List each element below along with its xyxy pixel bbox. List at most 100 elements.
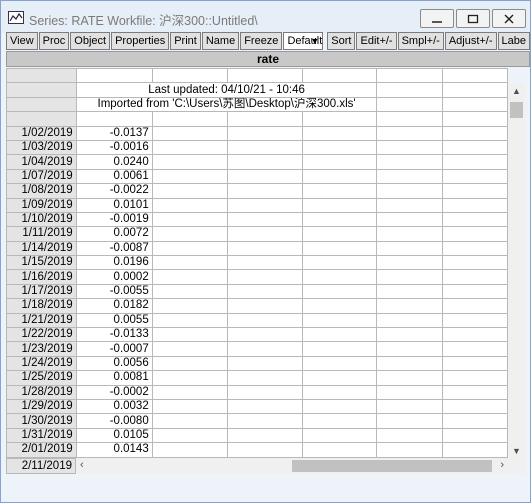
empty-cell[interactable] xyxy=(151,341,228,357)
row-header-date[interactable]: 1/10/2019 xyxy=(6,211,77,228)
empty-cell[interactable] xyxy=(441,154,508,170)
empty-cell[interactable] xyxy=(226,442,303,458)
close-button[interactable] xyxy=(492,9,526,28)
empty-cell[interactable] xyxy=(301,355,378,372)
row-header-date[interactable]: 1/03/2019 xyxy=(6,139,77,156)
empty-cell[interactable] xyxy=(226,384,303,400)
rate-value-cell[interactable]: 0.0081 xyxy=(75,370,153,386)
empty-cell[interactable] xyxy=(151,211,228,228)
empty-cell[interactable] xyxy=(376,341,443,357)
empty-cell[interactable] xyxy=(441,240,508,257)
empty-cell[interactable] xyxy=(151,384,228,400)
row-header-date[interactable]: 1/16/2019 xyxy=(6,269,77,285)
empty-cell[interactable] xyxy=(151,312,228,329)
row-header-date[interactable]: 1/17/2019 xyxy=(6,283,77,300)
empty-cell[interactable] xyxy=(441,384,508,400)
print-button[interactable]: Print xyxy=(170,32,201,50)
vertical-scrollbar[interactable]: ▲ ▼ xyxy=(508,84,525,458)
rate-value-cell[interactable]: -0.0016 xyxy=(75,139,153,156)
rate-value-cell[interactable]: -0.0087 xyxy=(75,240,153,257)
proc-button[interactable]: Proc xyxy=(38,32,70,50)
edit-toggle-button[interactable]: Edit+/- xyxy=(356,32,397,50)
empty-cell[interactable] xyxy=(226,168,303,185)
empty-cell[interactable] xyxy=(441,283,508,300)
empty-cell[interactable] xyxy=(151,427,228,444)
view-button[interactable]: View xyxy=(6,32,38,50)
adjust-toggle-button[interactable]: Adjust+/- xyxy=(444,32,497,50)
empty-cell[interactable] xyxy=(376,255,443,271)
label-button[interactable]: Labe xyxy=(497,32,530,50)
empty-cell[interactable] xyxy=(376,327,443,343)
rate-value-cell[interactable]: -0.0137 xyxy=(75,125,153,141)
vertical-scroll-thumb[interactable] xyxy=(510,102,523,118)
empty-cell[interactable] xyxy=(301,442,378,458)
empty-cell[interactable] xyxy=(151,298,228,314)
rate-value-cell[interactable]: 0.0101 xyxy=(75,197,153,213)
scroll-left-icon[interactable]: ‹ xyxy=(80,459,84,471)
rate-value-cell[interactable]: 0.0143 xyxy=(75,442,153,458)
empty-cell[interactable] xyxy=(376,413,443,429)
empty-cell[interactable] xyxy=(151,413,228,429)
empty-cell[interactable] xyxy=(151,283,228,300)
empty-cell[interactable] xyxy=(226,398,303,415)
empty-cell[interactable] xyxy=(226,427,303,444)
empty-cell[interactable] xyxy=(441,398,508,415)
empty-cell[interactable] xyxy=(376,125,443,141)
view-mode-select[interactable]: Default ▼ xyxy=(283,32,324,50)
empty-cell[interactable] xyxy=(301,269,378,285)
empty-cell[interactable] xyxy=(301,298,378,314)
empty-cell[interactable] xyxy=(151,197,228,213)
empty-cell[interactable] xyxy=(301,341,378,357)
empty-cell[interactable] xyxy=(376,370,443,386)
empty-cell[interactable] xyxy=(441,327,508,343)
empty-cell[interactable] xyxy=(226,413,303,429)
rate-value-cell[interactable]: 0.0061 xyxy=(75,168,153,185)
empty-cell[interactable] xyxy=(301,312,378,329)
rate-value-cell[interactable]: 0.0002 xyxy=(75,269,153,285)
empty-cell[interactable] xyxy=(301,283,378,300)
empty-cell[interactable] xyxy=(301,139,378,156)
empty-cell[interactable] xyxy=(301,327,378,343)
empty-cell[interactable] xyxy=(301,255,378,271)
empty-cell[interactable] xyxy=(226,240,303,257)
empty-cell[interactable] xyxy=(441,139,508,156)
row-header-date[interactable]: 1/28/2019 xyxy=(6,384,77,400)
empty-cell[interactable] xyxy=(226,197,303,213)
rate-value-cell[interactable]: -0.0002 xyxy=(75,384,153,400)
scroll-up-icon[interactable]: ▲ xyxy=(512,86,521,96)
empty-cell[interactable] xyxy=(441,427,508,444)
rate-value-cell[interactable]: 0.0240 xyxy=(75,154,153,170)
rate-value-cell[interactable]: 0.0032 xyxy=(75,398,153,415)
empty-cell[interactable] xyxy=(376,183,443,199)
smpl-toggle-button[interactable]: Smpl+/- xyxy=(397,32,444,50)
freeze-button[interactable]: Freeze xyxy=(240,32,283,50)
empty-cell[interactable] xyxy=(301,125,378,141)
empty-cell[interactable] xyxy=(151,398,228,415)
rate-value-cell[interactable]: -0.0022 xyxy=(75,183,153,199)
rate-value-cell[interactable]: -0.0019 xyxy=(75,211,153,228)
empty-cell[interactable] xyxy=(301,370,378,386)
rate-value-cell[interactable]: 0.0072 xyxy=(75,226,153,242)
empty-cell[interactable] xyxy=(376,269,443,285)
empty-cell[interactable] xyxy=(376,197,443,213)
empty-cell[interactable] xyxy=(301,413,378,429)
empty-cell[interactable] xyxy=(151,370,228,386)
empty-cell[interactable] xyxy=(151,125,228,141)
empty-cell[interactable] xyxy=(376,312,443,329)
empty-cell[interactable] xyxy=(301,226,378,242)
empty-cell[interactable] xyxy=(226,327,303,343)
empty-cell[interactable] xyxy=(301,183,378,199)
horizontal-scroll-thumb[interactable] xyxy=(292,460,492,472)
empty-cell[interactable] xyxy=(301,398,378,415)
scroll-down-icon[interactable]: ▼ xyxy=(512,446,521,456)
empty-cell[interactable] xyxy=(151,168,228,185)
rate-value-cell[interactable]: 0.0105 xyxy=(75,427,153,444)
empty-cell[interactable] xyxy=(441,355,508,372)
empty-cell[interactable] xyxy=(301,427,378,444)
empty-cell[interactable] xyxy=(151,240,228,257)
rate-value-cell[interactable]: -0.0133 xyxy=(75,327,153,343)
empty-cell[interactable] xyxy=(151,327,228,343)
empty-cell[interactable] xyxy=(226,125,303,141)
empty-cell[interactable] xyxy=(441,370,508,386)
empty-cell[interactable] xyxy=(151,226,228,242)
